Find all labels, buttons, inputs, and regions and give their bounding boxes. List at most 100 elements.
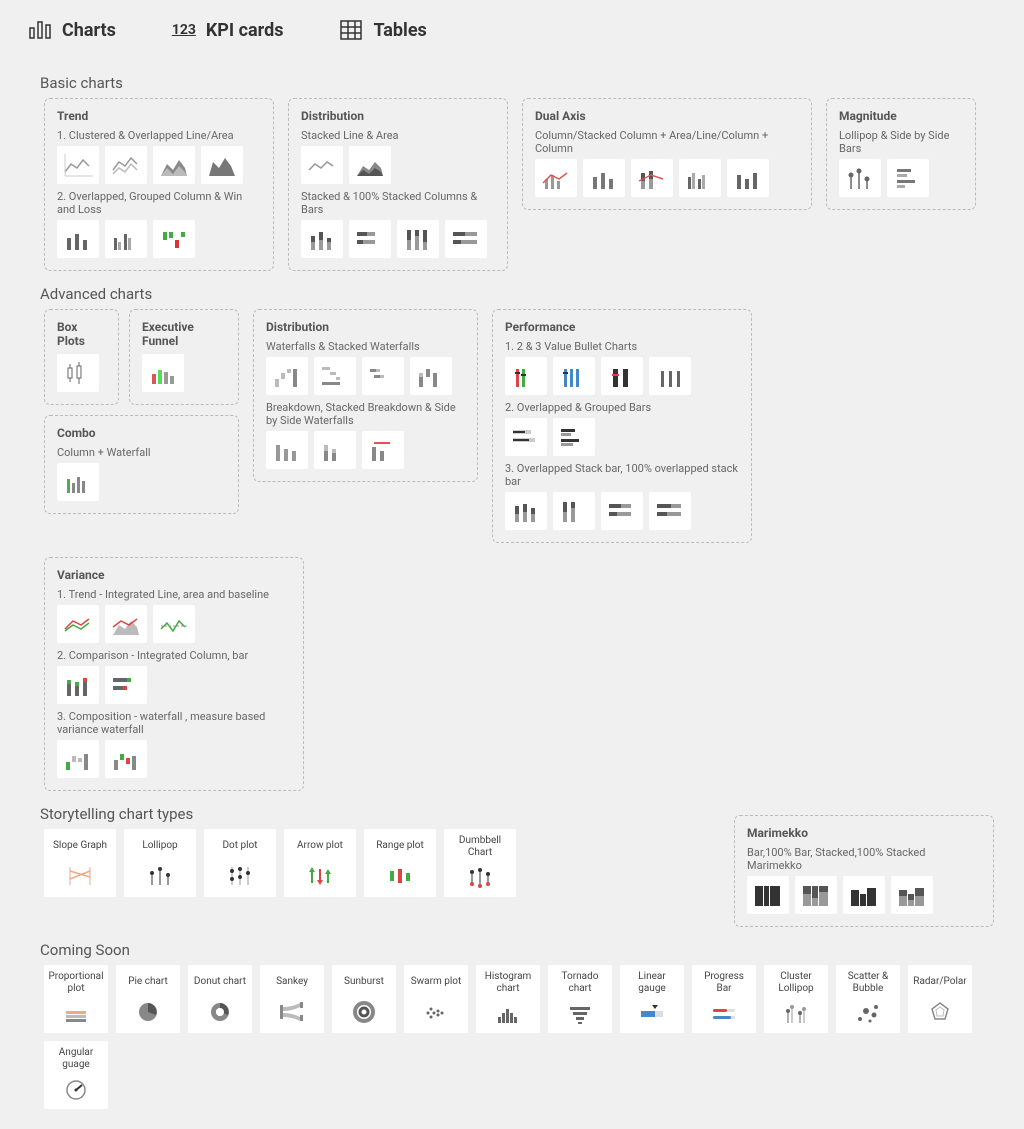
sub-label: 1. Clustered & Overlapped Line/Area [57,129,261,142]
chart-thumb-breakdown[interactable] [266,431,308,469]
tab-charts[interactable]: Charts [0,0,144,60]
chart-thumb-winloss[interactable] [153,220,195,258]
chart-thumb-marimekko4[interactable] [891,876,933,914]
coming-donut[interactable]: Donut chart [188,965,252,1033]
chart-thumb-bullet3[interactable] [601,357,643,395]
group-trend: Trend 1. Clustered & Overlapped Line/Are… [44,98,274,271]
group-title: Magnitude [839,109,963,123]
chart-thumb-overlap-bar2[interactable] [601,492,643,530]
chart-thumb-bullet2[interactable] [553,357,595,395]
chart-thumb-stacked-line[interactable] [301,146,343,184]
chart-thumb-marimekko3[interactable] [843,876,885,914]
chart-thumb-funnel[interactable] [142,354,184,392]
group-boxplots: Box Plots [44,309,119,405]
coming-sankey[interactable]: Sankey [260,965,324,1033]
chart-thumb-line[interactable] [57,146,99,184]
chart-thumb-bullet[interactable] [505,357,547,395]
chart-thumb-dualcol2[interactable] [727,159,769,197]
chart-thumb-boxplot[interactable] [57,354,99,392]
sub-label: Stacked Line & Area [301,129,495,142]
chart-thumb-var-line[interactable] [57,605,99,643]
chart-thumb-100-col[interactable] [397,220,439,258]
coming-linear[interactable]: Linear gauge [620,965,684,1033]
kpi-icon: 123 [172,18,196,42]
section-story-title: Storytelling chart types [40,805,516,823]
group-title: Variance [57,568,291,582]
chart-thumb-marimekko2[interactable] [795,876,837,914]
chart-thumb-stacked-area[interactable] [349,146,391,184]
chart-thumb-grouped-column[interactable] [105,220,147,258]
chart-thumb-sidebars[interactable] [887,159,929,197]
tab-label: Tables [373,20,426,41]
story-dumbbell[interactable]: Dumbbell Chart [444,829,516,897]
chart-thumb-bullet4[interactable] [649,357,691,395]
group-combo: Combo Column + Waterfall [44,415,239,514]
tab-tables[interactable]: Tables [311,0,454,60]
chart-thumb-100-bar2[interactable] [649,492,691,530]
group-marimekko: Marimekko Bar,100% Bar, Stacked,100% Sta… [734,815,994,927]
sub-label: 1. 2 & 3 Value Bullet Charts [505,340,739,353]
chart-thumb-overlap-bar[interactable] [505,418,547,456]
sub-label: Bar,100% Bar, Stacked,100% Stacked Marim… [747,846,981,872]
group-title: Distribution [266,320,465,334]
coming-tornado[interactable]: Tornado chart [548,965,612,1033]
group-adv-distribution: Distribution Waterfalls & Stacked Waterf… [253,309,478,482]
chart-thumb-var-baseline[interactable] [153,605,195,643]
chart-thumb-100-overlap[interactable] [553,492,595,530]
group-distribution: Distribution Stacked Line & Area Stacked… [288,98,508,271]
chart-thumb-lollipop[interactable] [839,159,881,197]
group-funnel: Executive Funnel [129,309,239,405]
chart-thumb-100-bar[interactable] [445,220,487,258]
coming-radar[interactable]: Radar/Polar [908,965,972,1033]
bar-chart-icon [28,18,52,42]
group-title: Executive Funnel [142,320,226,348]
coming-sunburst[interactable]: Sunburst [332,965,396,1033]
coming-pie[interactable]: Pie chart [116,965,180,1033]
coming-angular[interactable]: Angular guage [44,1041,108,1109]
chart-thumb-var-waterfall[interactable] [57,740,99,778]
coming-progress[interactable]: Progress Bar [692,965,756,1033]
coming-histogram[interactable]: Histogram chart [476,965,540,1033]
chart-thumb-overlap-stack[interactable] [505,492,547,530]
story-lollipop[interactable]: Lollipop [124,829,196,897]
group-title: Marimekko [747,826,981,840]
chart-thumb-var-area[interactable] [105,605,147,643]
chart-thumb-stacked-col[interactable] [301,220,343,258]
chart-thumb-side-waterfall[interactable] [362,431,404,469]
chart-thumb-col-line[interactable] [583,159,625,197]
chart-thumb-col-area[interactable] [535,159,577,197]
chart-thumb-stacked-waterfall2[interactable] [410,357,452,395]
chart-thumb-grouped-bar[interactable] [553,418,595,456]
chart-thumb-combo[interactable] [57,463,99,501]
group-variance: Variance 1. Trend - Integrated Line, are… [44,557,304,791]
chart-thumb-var-bar[interactable] [105,666,147,704]
coming-proportional[interactable]: Proportional plot [44,965,108,1033]
chart-thumb-var-col[interactable] [57,666,99,704]
coming-swarm[interactable]: Swarm plot [404,965,468,1033]
chart-thumb-waterfall[interactable] [266,357,308,395]
chart-thumb-stacked-waterfall[interactable] [362,357,404,395]
tab-kpi[interactable]: 123 KPI cards [144,0,312,60]
coming-cluster[interactable]: Cluster Lollipop [764,965,828,1033]
chart-thumb-stacked-bar[interactable] [349,220,391,258]
chart-thumb-multiline[interactable] [105,146,147,184]
sub-label: Column + Waterfall [57,446,226,459]
story-arrowplot[interactable]: Arrow plot [284,829,356,897]
coming-scatter[interactable]: Scatter & Bubble [836,965,900,1033]
chart-thumb-stackcol-line[interactable] [631,159,673,197]
chart-thumb-waterfall-h[interactable] [314,357,356,395]
group-magnitude: Magnitude Lollipop & Side by Side Bars [826,98,976,210]
chart-thumb-var-waterfall2[interactable] [105,740,147,778]
chart-thumb-column[interactable] [57,220,99,258]
table-icon [339,18,363,42]
sub-label: 2. Overlapped & Grouped Bars [505,401,739,414]
chart-thumb-area[interactable] [153,146,195,184]
chart-thumb-marimekko[interactable] [747,876,789,914]
story-slope[interactable]: Slope Graph [44,829,116,897]
story-rangeplot[interactable]: Range plot [364,829,436,897]
tab-bar: Charts 123 KPI cards Tables [0,0,1024,60]
story-dotplot[interactable]: Dot plot [204,829,276,897]
chart-thumb-dualcol[interactable] [679,159,721,197]
chart-thumb-area2[interactable] [201,146,243,184]
chart-thumb-stacked-breakdown[interactable] [314,431,356,469]
